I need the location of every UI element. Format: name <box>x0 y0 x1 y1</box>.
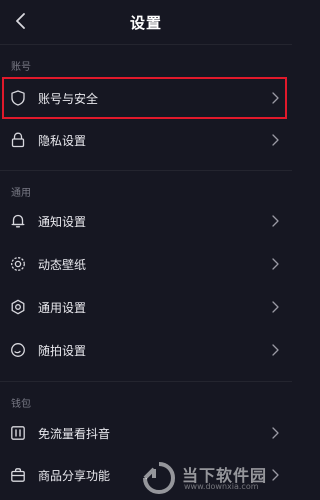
settings-item-label: 随拍设置 <box>38 343 87 358</box>
highlight-box <box>2 77 287 119</box>
settings-item-label: 商品分享功能 <box>38 468 111 483</box>
settings-item-general[interactable]: 通用设置 <box>0 286 292 328</box>
header-bar: 设置 <box>0 0 292 44</box>
chevron-right-icon <box>270 343 280 357</box>
settings-item-label: 动态壁纸 <box>38 257 87 272</box>
page-title: 设置 <box>129 13 162 32</box>
chevron-right-icon <box>270 133 280 147</box>
section-label-wallet: 钱包 <box>11 399 31 410</box>
section-divider <box>0 381 292 382</box>
data-icon <box>9 424 27 442</box>
chevron-right-icon <box>270 214 280 228</box>
shopping-bag-icon <box>9 466 27 484</box>
wallpaper-icon <box>9 255 27 273</box>
settings-item-label: 通知设置 <box>38 214 87 229</box>
settings-item-notifications[interactable]: 通知设置 <box>0 200 292 242</box>
lock-icon <box>9 131 27 149</box>
watermark: 当下软件园 www.downxia.com <box>138 460 288 496</box>
bell-icon <box>9 212 27 230</box>
settings-item-live-wallpaper[interactable]: 动态壁纸 <box>0 243 292 285</box>
watermark-logo-icon <box>143 462 176 494</box>
settings-item-privacy[interactable]: 隐私设置 <box>0 119 292 161</box>
settings-item-label: 通用设置 <box>38 300 87 315</box>
section-divider <box>0 170 292 171</box>
settings-item-label: 免流量看抖音 <box>38 426 111 441</box>
settings-item-free-data[interactable]: 免流量看抖音 <box>0 412 292 454</box>
back-button[interactable] <box>6 6 36 36</box>
section-label-account: 账号 <box>11 62 31 73</box>
chevron-right-icon <box>270 426 280 440</box>
chevron-right-icon <box>270 300 280 314</box>
section-label-general: 通用 <box>11 188 31 199</box>
header-divider <box>0 44 292 45</box>
chevron-left-icon <box>16 13 25 29</box>
settings-item-capture[interactable]: 随拍设置 <box>0 329 292 371</box>
gear-icon <box>9 298 27 316</box>
settings-item-label: 隐私设置 <box>38 133 87 148</box>
capture-icon <box>9 341 27 359</box>
chevron-right-icon <box>270 257 280 271</box>
watermark-url: www.downxia.com <box>184 482 259 491</box>
